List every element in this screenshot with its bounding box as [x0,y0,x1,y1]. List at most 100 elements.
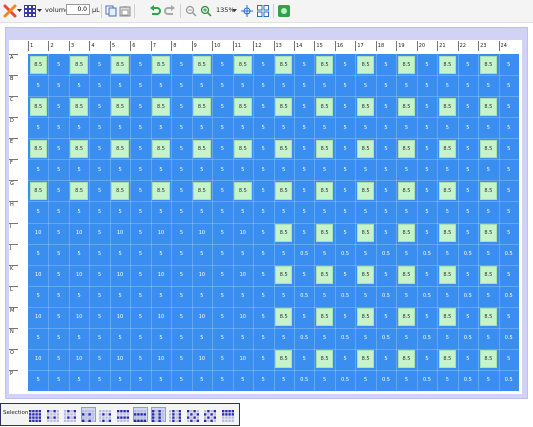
well-M1[interactable]: 10 [28,307,48,328]
select-checker-2-button[interactable] [203,407,218,422]
well-L21[interactable]: 5 [437,286,457,307]
well-B16[interactable]: 5 [335,75,355,96]
well-H1[interactable]: 5 [28,201,48,222]
well-B3[interactable]: 5 [69,75,89,96]
well-A21[interactable]: 8.5 [438,55,457,74]
well-K7[interactable]: 10 [151,265,171,286]
well-J4[interactable]: 5 [89,244,109,265]
well-O22[interactable]: 5 [458,349,478,370]
well-J20[interactable]: 0.5 [417,244,437,265]
well-N18[interactable]: 0.5 [376,328,396,349]
well-G22[interactable]: 5 [458,180,478,201]
column-header-7[interactable]: 7 [150,41,171,51]
well-I24[interactable]: 5 [499,223,519,244]
well-I18[interactable]: 5 [376,223,396,244]
well-J10[interactable]: 5 [212,244,232,265]
well-P13[interactable]: 5 [274,370,294,391]
well-F22[interactable]: 5 [458,159,478,180]
well-M21[interactable]: 8.5 [438,308,457,327]
well-H10[interactable]: 5 [212,201,232,222]
well-I10[interactable]: 5 [212,223,232,244]
well-J1[interactable]: 5 [28,244,48,265]
row-header-H[interactable]: H [9,201,18,222]
well-O3[interactable]: 10 [69,349,89,370]
zoom-out-icon[interactable] [184,3,198,19]
well-F12[interactable]: 5 [253,159,273,180]
well-N2[interactable]: 5 [48,328,68,349]
well-E19[interactable]: 8.5 [397,139,416,158]
well-A3[interactable]: 8.5 [70,55,88,74]
well-F15[interactable]: 5 [314,159,334,180]
well-H19[interactable]: 5 [396,201,416,222]
column-header-8[interactable]: 8 [171,41,191,51]
well-L18[interactable]: 0.5 [376,286,396,307]
well-G9[interactable]: 8.5 [193,181,211,200]
well-P2[interactable]: 5 [48,370,68,391]
well-L1[interactable]: 5 [28,286,48,307]
well-A18[interactable]: 5 [376,54,396,75]
well-J5[interactable]: 5 [110,244,130,265]
well-B4[interactable]: 5 [89,75,109,96]
well-M17[interactable]: 8.5 [356,308,375,327]
well-E23[interactable]: 8.5 [479,139,498,158]
well-C5[interactable]: 8.5 [111,97,129,116]
select-columns-even-button[interactable] [168,407,183,422]
well-M8[interactable]: 5 [171,307,191,328]
well-P6[interactable]: 5 [130,370,150,391]
well-B20[interactable]: 5 [417,75,437,96]
well-H2[interactable]: 5 [48,201,68,222]
well-O12[interactable]: 5 [253,349,273,370]
column-header-14[interactable]: 14 [293,41,314,51]
well-B21[interactable]: 5 [437,75,457,96]
well-A19[interactable]: 8.5 [397,55,416,74]
well-P8[interactable]: 5 [171,370,191,391]
well-K5[interactable]: 10 [110,265,130,286]
well-C20[interactable]: 5 [417,96,437,117]
well-O7[interactable]: 10 [151,349,171,370]
well-L11[interactable]: 5 [233,286,253,307]
well-A16[interactable]: 5 [335,54,355,75]
well-B11[interactable]: 5 [233,75,253,96]
column-header-22[interactable]: 22 [457,41,478,51]
select-quadrant-3-button[interactable] [80,407,96,422]
well-L14[interactable]: 0.5 [294,286,314,307]
column-header-23[interactable]: 23 [478,41,498,51]
select-columns-odd-button[interactable] [150,407,166,422]
well-K20[interactable]: 5 [417,265,437,286]
well-I14[interactable]: 5 [294,223,314,244]
well-O2[interactable]: 5 [48,349,68,370]
well-L2[interactable]: 5 [48,286,68,307]
well-C13[interactable]: 8.5 [275,97,293,116]
well-H17[interactable]: 5 [355,201,375,222]
zoom-in-icon[interactable] [199,3,213,19]
well-E6[interactable]: 5 [130,138,150,159]
well-F16[interactable]: 5 [335,159,355,180]
well-I19[interactable]: 8.5 [397,224,416,243]
well-M22[interactable]: 5 [458,307,478,328]
column-header-18[interactable]: 18 [375,41,396,51]
well-L17[interactable]: 5 [355,286,375,307]
well-D10[interactable]: 5 [212,117,232,138]
well-A20[interactable]: 5 [417,54,437,75]
well-A7[interactable]: 8.5 [152,55,170,74]
well-E1[interactable]: 8.5 [29,139,47,158]
well-K8[interactable]: 5 [171,265,191,286]
column-header-16[interactable]: 16 [334,41,355,51]
column-header-15[interactable]: 15 [314,41,334,51]
well-F24[interactable]: 5 [499,159,519,180]
well-L8[interactable]: 5 [171,286,191,307]
well-G21[interactable]: 8.5 [438,181,457,200]
well-J11[interactable]: 5 [233,244,253,265]
well-G1[interactable]: 8.5 [29,181,47,200]
well-N23[interactable]: 5 [478,328,498,349]
well-C16[interactable]: 5 [335,96,355,117]
well-C1[interactable]: 8.5 [29,97,47,116]
well-K1[interactable]: 10 [28,265,48,286]
well-D20[interactable]: 5 [417,117,437,138]
well-G20[interactable]: 5 [417,180,437,201]
well-G8[interactable]: 5 [171,180,191,201]
well-C7[interactable]: 8.5 [152,97,170,116]
well-J2[interactable]: 5 [48,244,68,265]
well-H23[interactable]: 5 [478,201,498,222]
well-F20[interactable]: 5 [417,159,437,180]
